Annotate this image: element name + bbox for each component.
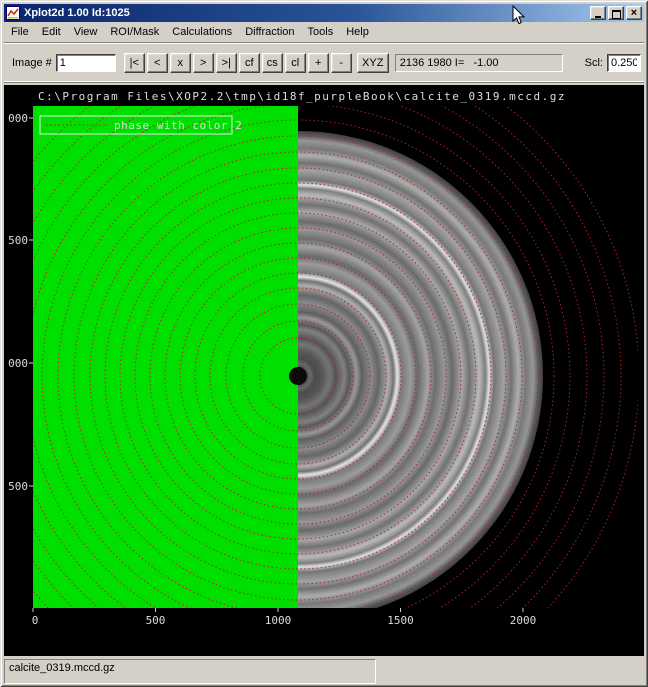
filename-statusbar: calcite_0319.mccd.gz	[4, 659, 376, 684]
window-controls: ×	[590, 6, 644, 20]
cf-button[interactable]: cf	[239, 53, 260, 73]
x-tick-label: 500	[146, 614, 166, 627]
menu-edit[interactable]: Edit	[36, 24, 67, 40]
image-number-input[interactable]	[56, 54, 116, 72]
maximize-icon	[612, 10, 621, 19]
y-tick-label: 500	[8, 234, 28, 247]
beamstop	[289, 367, 307, 385]
next-image-button[interactable]: >	[193, 53, 214, 73]
x-button[interactable]: x	[170, 53, 191, 73]
y-tick-label: 000	[8, 112, 28, 125]
y-tick-label: 500	[8, 480, 28, 493]
maximize-button[interactable]	[608, 6, 624, 20]
app-icon[interactable]	[6, 6, 20, 20]
cursor-position-readout: 2136 1980 I= -1.00	[395, 54, 563, 72]
scale-label: Scl:	[585, 57, 603, 69]
titlebar[interactable]: Xplot2d 1.00 Id:1025 ×	[4, 4, 644, 22]
scale-input[interactable]	[607, 54, 641, 72]
menu-roi-mask[interactable]: ROI/Mask	[104, 24, 165, 40]
menu-help[interactable]: Help	[340, 24, 375, 40]
menu-tools[interactable]: Tools	[302, 24, 340, 40]
minus-button[interactable]: -	[331, 53, 352, 73]
y-tick-label: 000	[8, 357, 28, 370]
menu-diffraction[interactable]: Diffraction	[239, 24, 300, 40]
x-tick-label: 0	[32, 614, 39, 627]
menu-file[interactable]: File	[5, 24, 35, 40]
plot-canvas[interactable]: C:\Program Files\XOP2.2\tmp\id18f_purple…	[4, 85, 644, 656]
toolbar: Image # |< < x > >| cf cs cl + - XYZ 213…	[4, 42, 644, 83]
xyz-button[interactable]: XYZ	[357, 53, 389, 73]
image-number-label: Image #	[12, 57, 52, 69]
app-window: Xplot2d 1.00 Id:1025 × File Edit View RO…	[0, 0, 648, 687]
scale-group: Scl:	[585, 54, 641, 72]
last-image-button[interactable]: >|	[216, 53, 237, 73]
mask-region	[33, 106, 298, 608]
menu-calculations[interactable]: Calculations	[166, 24, 238, 40]
menubar: File Edit View ROI/Mask Calculations Dif…	[4, 23, 644, 41]
plot-title: C:\Program Files\XOP2.2\tmp\id18f_purple…	[38, 90, 566, 103]
close-button[interactable]: ×	[626, 6, 642, 20]
status-filename: calcite_0319.mccd.gz	[9, 662, 115, 674]
minimize-button[interactable]	[590, 6, 606, 20]
x-tick-label: 2000	[510, 614, 537, 627]
minimize-icon	[595, 16, 601, 18]
previous-image-button[interactable]: <	[147, 53, 168, 73]
x-tick-label: 1000	[265, 614, 292, 627]
plus-button[interactable]: +	[308, 53, 329, 73]
window-title: Xplot2d 1.00 Id:1025	[24, 7, 130, 19]
first-image-button[interactable]: |<	[124, 53, 145, 73]
menu-view[interactable]: View	[68, 24, 104, 40]
cl-button[interactable]: cl	[285, 53, 306, 73]
legend-label: phase with color 2	[114, 119, 242, 132]
plot-area: C:\Program Files\XOP2.2\tmp\id18f_purple…	[4, 85, 644, 656]
x-tick-label: 1500	[387, 614, 414, 627]
close-icon: ×	[627, 8, 641, 19]
cs-button[interactable]: cs	[262, 53, 283, 73]
